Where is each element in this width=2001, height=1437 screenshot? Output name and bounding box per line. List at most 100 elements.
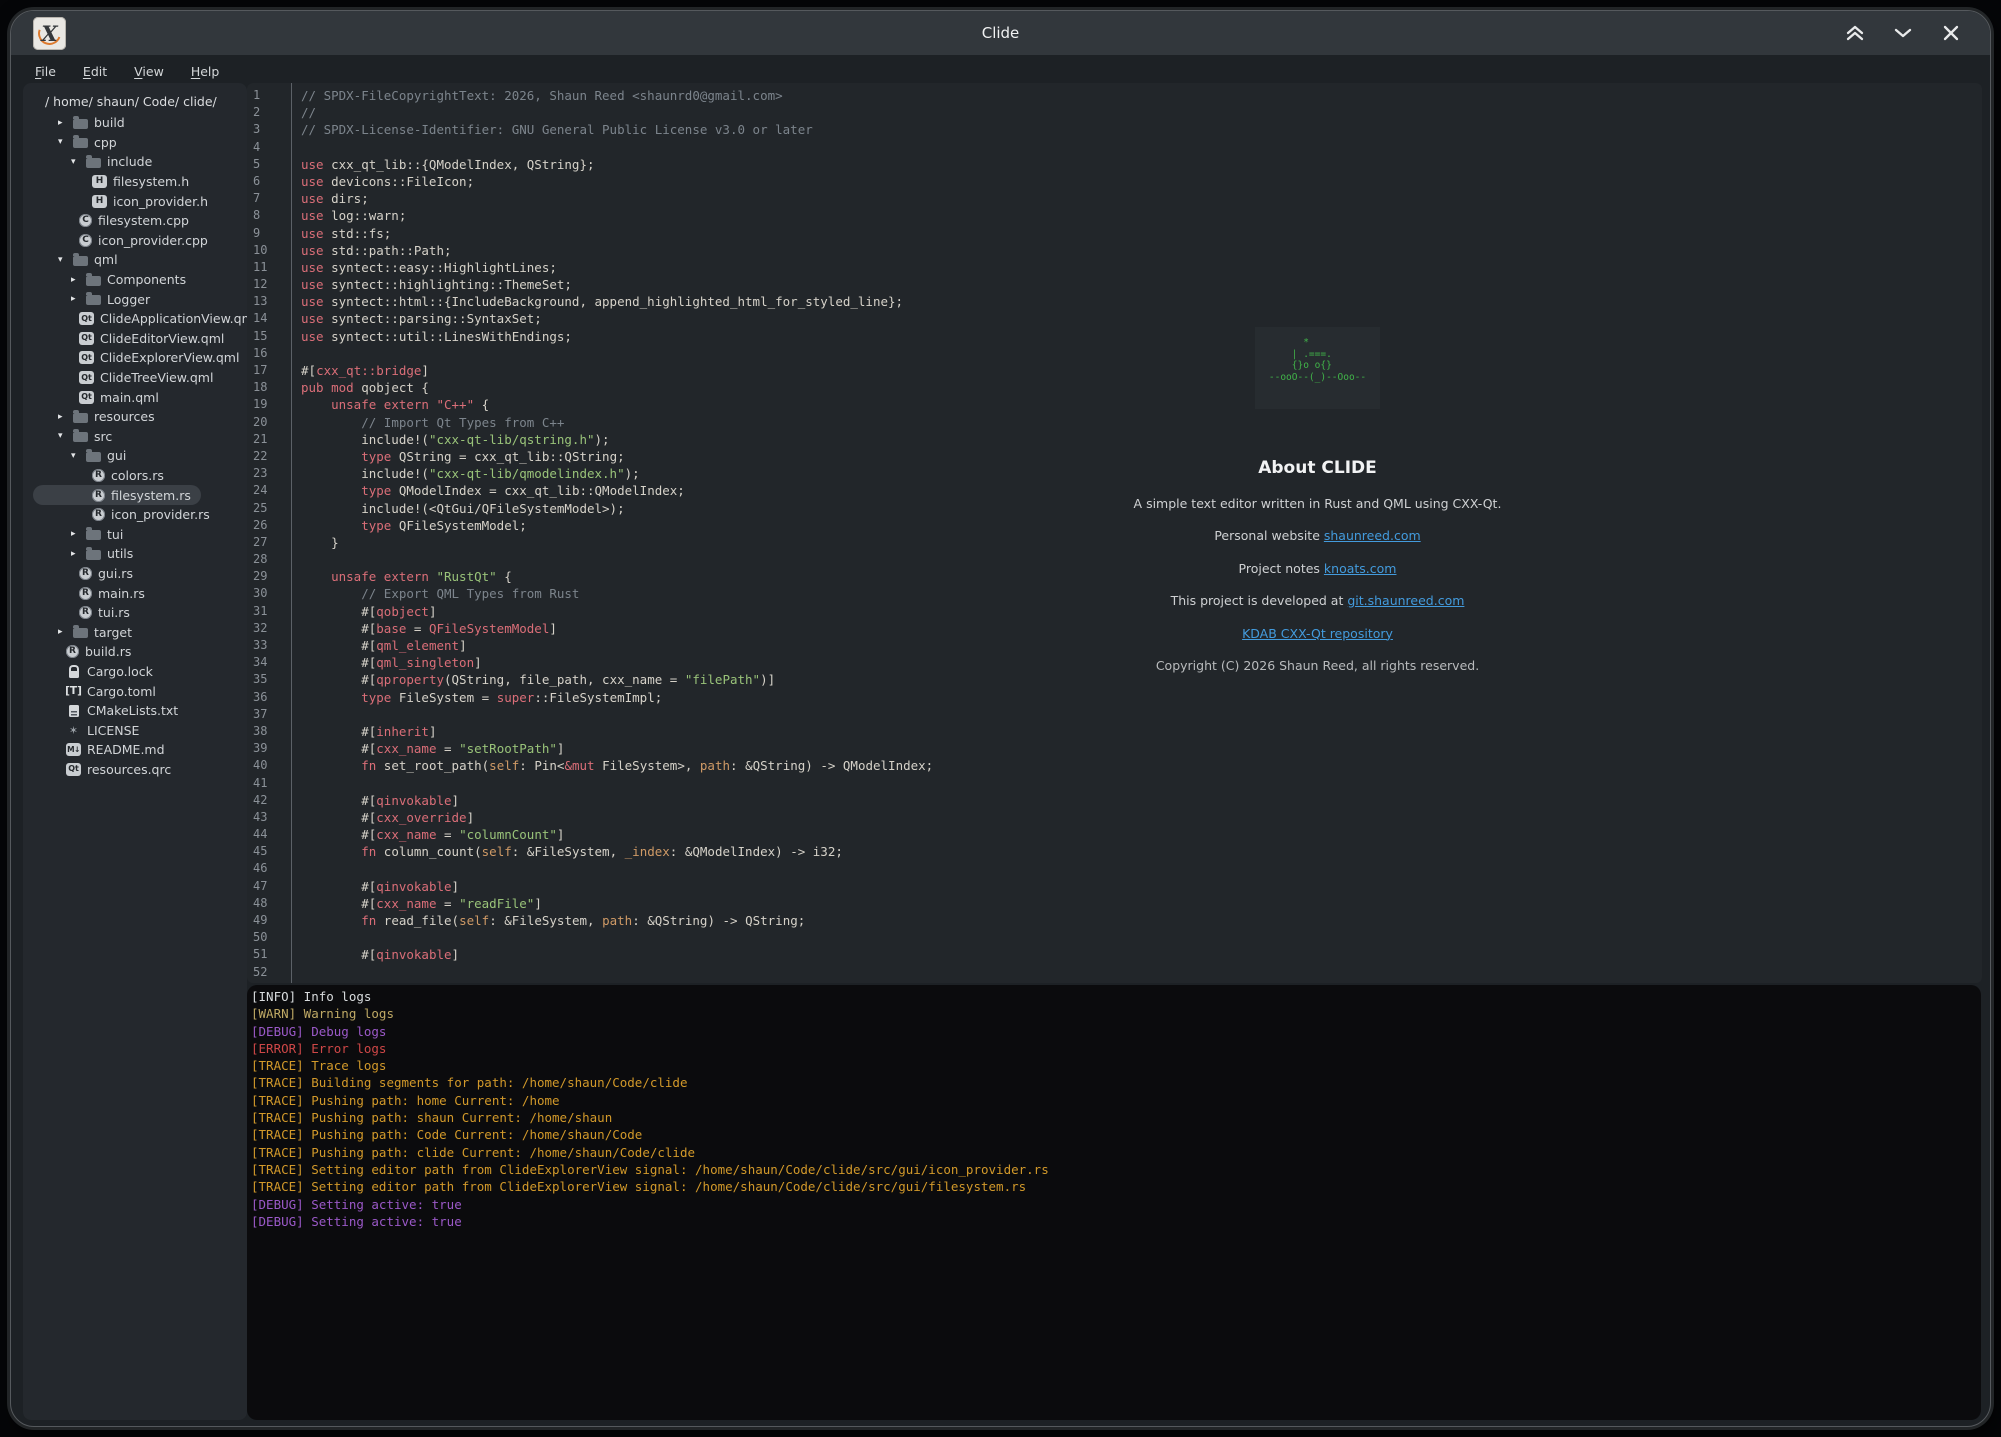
- code-line[interactable]: use syntect::html::{IncludeBackground, a…: [301, 293, 933, 310]
- code-line[interactable]: use std::fs;: [301, 225, 933, 242]
- code-line[interactable]: // SPDX-License-Identifier: GNU General …: [301, 121, 933, 138]
- chevron-down-icon[interactable]: ▾: [71, 451, 86, 461]
- code-line[interactable]: use syntect::parsing::SyntaxSet;: [301, 310, 933, 327]
- tree-item-utils[interactable]: ▸utils: [33, 544, 201, 564]
- rs-file-icon: R: [92, 508, 105, 521]
- code-line[interactable]: #[qinvokable]: [301, 946, 933, 963]
- log-line: [ERROR] Error logs: [251, 1040, 1981, 1057]
- tree-item-icon_provider.cpp[interactable]: Cicon_provider.cpp: [33, 231, 201, 251]
- code-line[interactable]: [301, 860, 933, 877]
- minimize-button[interactable]: [1886, 18, 1920, 48]
- title-bar[interactable]: X Clide: [11, 11, 1990, 55]
- log-line: [TRACE] Pushing path: shaun Current: /ho…: [251, 1109, 1981, 1126]
- h-file-icon: H: [92, 195, 107, 208]
- code-line[interactable]: use syntect::highlighting::ThemeSet;: [301, 276, 933, 293]
- chevron-right-icon[interactable]: ▸: [71, 294, 86, 304]
- code-line[interactable]: [301, 964, 933, 981]
- chevron-down-icon[interactable]: ▾: [58, 431, 73, 441]
- tree-item-cpp[interactable]: ▾cpp: [33, 133, 201, 153]
- log-panel[interactable]: [INFO] Info logs[WARN] Warning logs[DEBU…: [247, 985, 1981, 1420]
- tree-item-qml[interactable]: ▾qml: [33, 250, 201, 270]
- menu-item-view[interactable]: View: [134, 64, 164, 79]
- tree-item-main.qml[interactable]: Qtmain.qml: [33, 387, 201, 407]
- tree-item-filesystem.rs[interactable]: Rfilesystem.rs: [33, 485, 201, 505]
- chevron-down-icon[interactable]: ▾: [58, 255, 73, 265]
- tree-item-include[interactable]: ▾include: [33, 152, 201, 172]
- tree-item-build[interactable]: ▸build: [33, 113, 201, 133]
- menu-item-help[interactable]: Help: [191, 64, 220, 79]
- code-line[interactable]: use log::warn;: [301, 207, 933, 224]
- tree-item-resources[interactable]: ▸resources: [33, 407, 201, 427]
- chevron-right-icon[interactable]: ▸: [58, 118, 73, 128]
- tree-item-build.rs[interactable]: Rbuild.rs: [33, 642, 201, 662]
- code-line[interactable]: [301, 775, 933, 792]
- code-line[interactable]: #[cxx_name = "columnCount"]: [301, 826, 933, 843]
- tree-item-resources.qrc[interactable]: Qtresources.qrc: [33, 760, 201, 780]
- menu-item-file[interactable]: File: [35, 64, 56, 79]
- tree-item-cargo.lock[interactable]: Cargo.lock: [33, 662, 201, 682]
- tree-item-components[interactable]: ▸Components: [33, 270, 201, 290]
- tree-item-tui[interactable]: ▸tui: [33, 524, 201, 544]
- tree-item-clideeditorview.qml[interactable]: QtClideEditorView.qml: [33, 329, 201, 349]
- code-line[interactable]: #[qproperty(QString, file_path, cxx_name…: [301, 671, 933, 688]
- chevron-right-icon[interactable]: ▸: [71, 529, 86, 539]
- tree-item-icon_provider.rs[interactable]: Ricon_provider.rs: [33, 505, 201, 525]
- code-line[interactable]: #[cxx_name = "readFile"]: [301, 895, 933, 912]
- code-line[interactable]: [301, 139, 933, 156]
- code-line[interactable]: #[qinvokable]: [301, 878, 933, 895]
- tree-item-clideexplorerview.qml[interactable]: QtClideExplorerView.qml: [33, 348, 201, 368]
- code-line[interactable]: use devicons::FileIcon;: [301, 173, 933, 190]
- chevron-down-icon[interactable]: ▾: [58, 137, 73, 147]
- menu-item-edit[interactable]: Edit: [83, 64, 107, 79]
- about-link[interactable]: knoats.com: [1324, 561, 1397, 576]
- tree-item-clidetreeview.qml[interactable]: QtClideTreeView.qml: [33, 368, 201, 388]
- line-number: 17: [253, 362, 291, 379]
- tree-item-gui[interactable]: ▾gui: [33, 446, 201, 466]
- tree-item-icon_provider.h[interactable]: Hicon_provider.h: [33, 191, 201, 211]
- tree-item-gui.rs[interactable]: Rgui.rs: [33, 564, 201, 584]
- about-link[interactable]: shaunreed.com: [1324, 528, 1421, 543]
- tree-item-clideapplicationview.qml[interactable]: QtClideApplicationView.qml: [33, 309, 201, 329]
- code-line[interactable]: [301, 929, 933, 946]
- tree-item-target[interactable]: ▸target: [33, 622, 201, 642]
- code-line[interactable]: //: [301, 104, 933, 121]
- code-line[interactable]: use dirs;: [301, 190, 933, 207]
- chevron-right-icon[interactable]: ▸: [58, 412, 73, 422]
- code-line[interactable]: #[cxx_override]: [301, 809, 933, 826]
- chevron-right-icon[interactable]: ▸: [71, 275, 86, 285]
- chevron-right-icon[interactable]: ▸: [58, 627, 73, 637]
- code-line[interactable]: fn column_count(self: &FileSystem, _inde…: [301, 843, 933, 860]
- tree-item-license[interactable]: ✶LICENSE: [33, 720, 201, 740]
- code-line[interactable]: type FileSystem = super::FileSystemImpl;: [301, 689, 933, 706]
- code-line[interactable]: #[cxx_name = "setRootPath"]: [301, 740, 933, 757]
- code-line[interactable]: #[inherit]: [301, 723, 933, 740]
- tree-item-main.rs[interactable]: Rmain.rs: [33, 583, 201, 603]
- code-line[interactable]: fn set_root_path(self: Pin<&mut FileSyst…: [301, 757, 933, 774]
- tree-item-cmakelists.txt[interactable]: CMakeLists.txt: [33, 701, 201, 721]
- close-button[interactable]: [1934, 18, 1968, 48]
- code-line[interactable]: fn read_file(self: &FileSystem, path: &Q…: [301, 912, 933, 929]
- tree-item-src[interactable]: ▾src: [33, 427, 201, 447]
- tree-item-logger[interactable]: ▸Logger: [33, 289, 201, 309]
- code-line[interactable]: use cxx_qt_lib::{QModelIndex, QString};: [301, 156, 933, 173]
- tree-item-filesystem.cpp[interactable]: Cfilesystem.cpp: [33, 211, 201, 231]
- chevron-right-icon[interactable]: ▸: [71, 549, 86, 559]
- code-line[interactable]: #[qinvokable]: [301, 792, 933, 809]
- code-line[interactable]: use std::path::Path;: [301, 242, 933, 259]
- rs-file-icon: R: [92, 489, 105, 502]
- code-line[interactable]: // SPDX-FileCopyrightText: 2026, Shaun R…: [301, 87, 933, 104]
- rs-file-icon: R: [66, 645, 79, 658]
- chevron-down-icon[interactable]: ▾: [71, 157, 86, 167]
- about-link[interactable]: KDAB CXX-Qt repository: [1242, 626, 1393, 641]
- log-line: [DEBUG] Debug logs: [251, 1023, 1981, 1040]
- code-line[interactable]: [301, 706, 933, 723]
- maximize-button[interactable]: [1838, 18, 1872, 48]
- about-text: Project notes knoats.com: [661, 561, 1974, 576]
- tree-item-tui.rs[interactable]: Rtui.rs: [33, 603, 201, 623]
- tree-item-filesystem.h[interactable]: Hfilesystem.h: [33, 172, 201, 192]
- code-line[interactable]: use syntect::easy::HighlightLines;: [301, 259, 933, 276]
- tree-item-readme.md[interactable]: M↓README.md: [33, 740, 201, 760]
- about-link[interactable]: git.shaunreed.com: [1347, 593, 1464, 608]
- tree-item-colors.rs[interactable]: Rcolors.rs: [33, 466, 201, 486]
- tree-item-cargo.toml[interactable]: [T]Cargo.toml: [33, 681, 201, 701]
